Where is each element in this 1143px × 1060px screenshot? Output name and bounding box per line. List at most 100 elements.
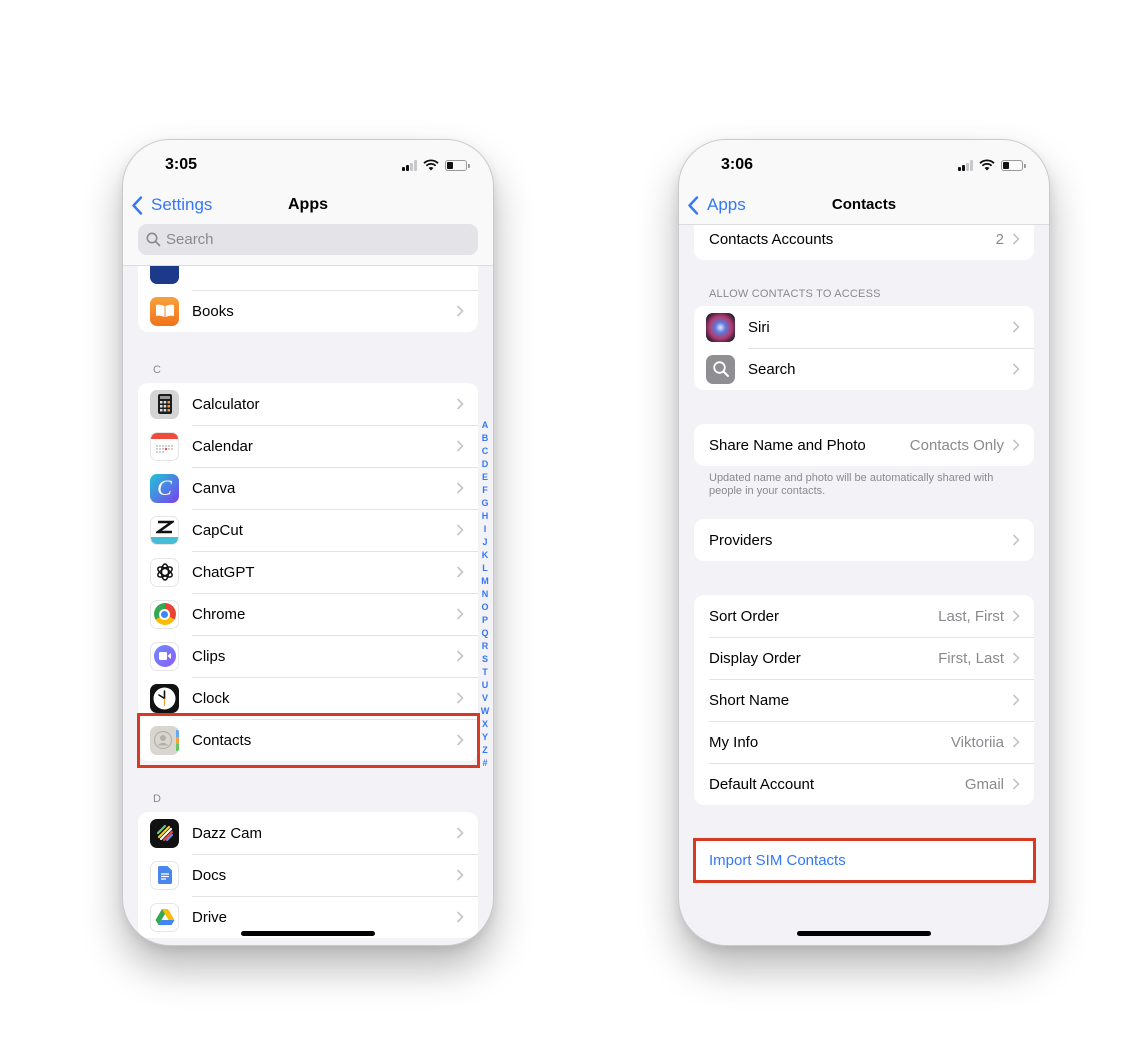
list-item-clips[interactable]: Clips [138,635,478,677]
chevron-right-icon [456,608,464,620]
allow-access-group: Siri Search [694,306,1034,390]
chevron-right-icon [1012,363,1020,375]
drive-icon [150,902,179,932]
sort-order-row[interactable]: Sort Order Last, First [694,595,1034,637]
index-letter[interactable]: # [482,757,487,770]
group-c: Calculator Calendar C Canva CapCut ChatG… [138,383,478,761]
cellular-signal-icon [402,159,417,171]
index-letter[interactable]: G [481,497,488,510]
index-letter[interactable]: U [482,679,489,692]
canva-icon: C [150,473,179,503]
chevron-right-icon [456,305,464,317]
chevron-right-icon [1012,233,1020,245]
default-account-row[interactable]: Default Account Gmail [694,763,1034,805]
search-row[interactable]: Search [694,348,1034,390]
search-app-icon [706,354,735,384]
index-letter[interactable]: D [482,458,489,471]
index-letter[interactable]: Z [482,744,488,757]
index-letter[interactable]: E [482,471,488,484]
search-placeholder: Search [166,231,214,248]
list-item-docs[interactable]: Docs [138,854,478,896]
index-letter[interactable]: L [482,562,488,575]
import-sim-group: Import SIM Contacts [694,839,1034,881]
index-letter[interactable]: T [482,666,488,679]
calendar-icon [150,431,179,461]
chevron-right-icon [456,827,464,839]
search-input[interactable]: Search [138,224,478,255]
index-letter[interactable]: O [481,601,488,614]
index-letter[interactable]: M [481,575,489,588]
list-item-calculator[interactable]: Calculator [138,383,478,425]
chevron-right-icon [456,869,464,881]
chevron-right-icon [1012,778,1020,790]
wifi-icon [423,159,439,171]
chevron-right-icon [456,524,464,536]
list-item-capcut[interactable]: CapCut [138,509,478,551]
chevron-right-icon [456,440,464,452]
index-letter[interactable]: C [482,445,489,458]
status-time: 3:05 [165,156,198,173]
index-letter[interactable]: W [481,705,490,718]
index-letter[interactable]: J [482,536,487,549]
import-sim-contacts-button[interactable]: Import SIM Contacts [694,839,1034,881]
index-letter[interactable]: A [482,419,489,432]
my-info-row[interactable]: My Info Viktoriia [694,721,1034,763]
header: 3:05 Settings Apps Search [123,140,493,266]
index-letter[interactable]: B [482,432,489,445]
right-phone-screen: 3:06 Apps Contacts Contacts Accounts 2 A… [678,139,1050,946]
display-order-row[interactable]: Display Order First, Last [694,637,1034,679]
dazz-cam-icon [150,818,179,848]
share-name-photo-row[interactable]: Share Name and Photo Contacts Only [694,424,1034,466]
list-item-canva[interactable]: C Canva [138,467,478,509]
cellular-signal-icon [958,159,973,171]
index-letter[interactable]: Y [482,731,488,744]
alphabet-index[interactable]: A B C D E F G H I J K L M N O P Q R S T … [480,419,490,770]
calculator-icon [150,389,179,419]
index-letter[interactable]: H [482,510,489,523]
section-header-d: D [153,793,161,805]
status-icons [958,159,1026,171]
index-letter[interactable]: N [482,588,489,601]
chevron-right-icon [1012,439,1020,451]
index-letter[interactable]: Q [481,627,488,640]
battery-icon [1001,159,1026,171]
page-title: Contacts [831,196,897,213]
share-name-footnote: Updated name and photo will be automatic… [709,472,994,497]
index-letter[interactable]: S [482,653,488,666]
navigation-bar: Settings Apps [123,188,493,224]
index-letter[interactable]: X [482,718,488,731]
list-item-chrome[interactable]: Chrome [138,593,478,635]
list-item-calendar[interactable]: Calendar [138,425,478,467]
index-letter[interactable]: R [482,640,489,653]
list-item-chatgpt[interactable]: ChatGPT [138,551,478,593]
list-item-books[interactable]: Books [138,290,478,332]
index-letter[interactable]: P [482,614,488,627]
battery-icon [445,159,470,171]
list-item-dazz-cam[interactable]: Dazz Cam [138,812,478,854]
chevron-right-icon [1012,694,1020,706]
index-letter[interactable]: K [482,549,489,562]
chatgpt-icon [150,557,179,587]
index-letter[interactable]: I [484,523,487,536]
chevron-right-icon [456,482,464,494]
list-item-clock[interactable]: Clock [138,677,478,719]
allow-access-caption: ALLOW CONTACTS TO ACCESS [709,288,881,300]
group-d: Dazz Cam Docs Drive [138,812,478,938]
chevron-right-icon [456,398,464,410]
navigation-bar: Apps Contacts [679,188,1049,224]
books-icon [150,296,179,326]
siri-icon [706,312,735,342]
contacts-icon [150,725,179,755]
siri-row[interactable]: Siri [694,306,1034,348]
index-letter[interactable]: V [482,692,488,705]
index-letter[interactable]: F [482,484,488,497]
section-header-c: C [153,364,161,376]
chevron-right-icon [1012,610,1020,622]
chevron-right-icon [456,566,464,578]
search-icon [146,232,161,247]
wifi-icon [979,159,995,171]
providers-row[interactable]: Providers [694,519,1034,561]
share-name-group: Share Name and Photo Contacts Only [694,424,1034,466]
list-item-contacts[interactable]: Contacts [138,719,478,761]
short-name-row[interactable]: Short Name [694,679,1034,721]
